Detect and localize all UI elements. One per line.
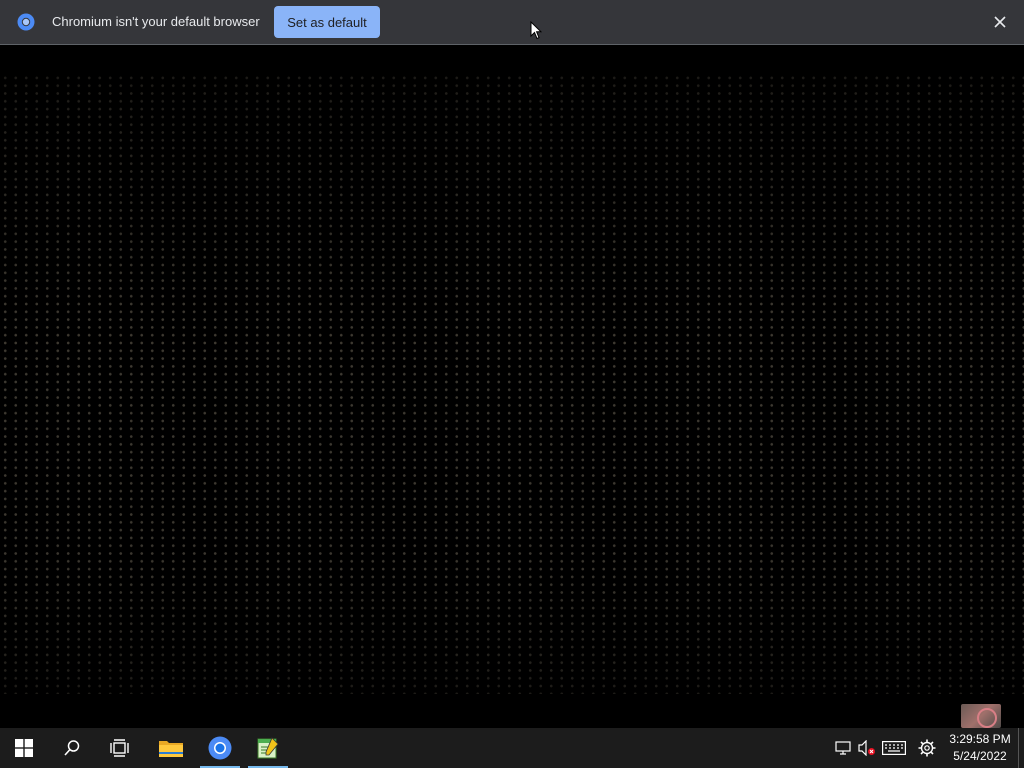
- clock-time: 3:29:58 PM: [949, 732, 1011, 746]
- task-view-icon: [110, 739, 129, 757]
- dot-pattern-background: [0, 74, 1024, 694]
- infobar-message: Chromium isn't your default browser: [52, 14, 260, 29]
- settings-gear-icon: [918, 739, 936, 757]
- chromium-icon: [208, 736, 232, 760]
- default-browser-infobar: Chromium isn't your default browser Set …: [0, 0, 1024, 45]
- search-button[interactable]: [50, 728, 94, 768]
- network-icon: [835, 741, 851, 755]
- close-icon: [994, 16, 1006, 28]
- settings-tray-button[interactable]: [918, 738, 936, 758]
- task-view-button[interactable]: [98, 728, 142, 768]
- volume-tray-button[interactable]: [858, 738, 876, 758]
- show-desktop-button[interactable]: [1018, 728, 1024, 768]
- chromium-logo-icon: [17, 13, 35, 31]
- start-button[interactable]: [2, 728, 46, 768]
- folder-icon: [159, 741, 183, 757]
- search-icon: [64, 740, 80, 756]
- windows-logo-icon: [15, 739, 33, 757]
- keyboard-tray-button[interactable]: [882, 738, 906, 758]
- file-explorer-button[interactable]: [149, 728, 193, 768]
- mouse-cursor-icon: [530, 21, 542, 40]
- tray-thumbnail[interactable]: [961, 704, 1001, 728]
- chromium-taskbar-button[interactable]: [198, 728, 242, 768]
- taskbar: 3:29:58 PM 5/24/2022: [0, 728, 1024, 768]
- network-tray-button[interactable]: [834, 738, 852, 758]
- clock-date: 5/24/2022: [953, 749, 1007, 763]
- notepad-taskbar-button[interactable]: [246, 728, 290, 768]
- infobar-close-button[interactable]: [990, 12, 1010, 32]
- notepad-icon: [257, 737, 279, 759]
- volume-muted-icon: [858, 740, 875, 756]
- keyboard-icon: [882, 741, 906, 755]
- set-as-default-button[interactable]: Set as default: [274, 6, 380, 38]
- taskbar-clock[interactable]: 3:29:58 PM 5/24/2022: [946, 731, 1014, 765]
